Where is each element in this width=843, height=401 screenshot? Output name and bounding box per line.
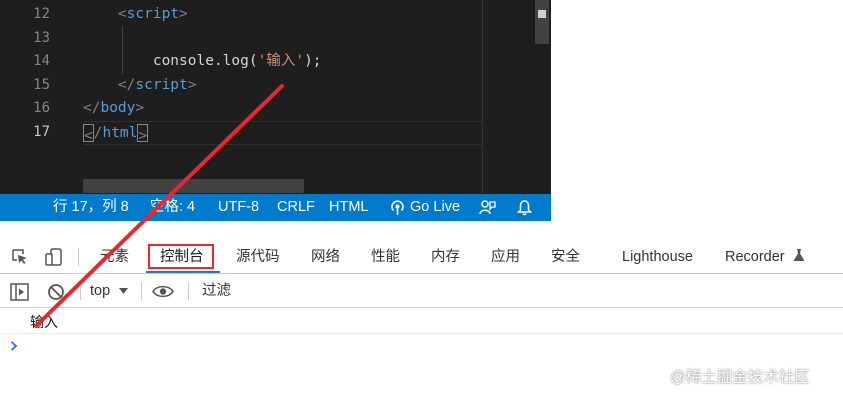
eol-setting[interactable]: CRLF: [277, 194, 315, 221]
console-log-call: console.log(: [152, 53, 258, 70]
html-close-tag: html: [102, 124, 138, 141]
console-message-text: 输入: [30, 314, 58, 330]
toolbar-divider: [78, 248, 79, 266]
toolbar-divider: [80, 282, 81, 300]
statement-end: );: [304, 53, 322, 70]
encoding-setting[interactable]: UTF-8: [218, 194, 259, 221]
line-number: 15: [33, 76, 50, 93]
flask-icon: [793, 249, 805, 261]
filter-placeholder: 过滤: [202, 283, 231, 299]
line-gutter: 12 13 14 15 16 17: [0, 3, 55, 145]
script-close-tag: script: [135, 76, 188, 93]
filter-input[interactable]: 过滤: [202, 275, 231, 308]
line-number-current: 17: [33, 123, 50, 140]
sidebar-toggle-icon[interactable]: [10, 283, 29, 301]
feedback-person-icon: [479, 199, 496, 214]
console-message: 输入: [0, 308, 843, 334]
console-toolbar: top 过滤: [0, 275, 843, 308]
chevron-down-icon: [119, 288, 129, 294]
tab-application[interactable]: 应用: [491, 240, 520, 274]
bracket-match-open: <: [83, 123, 94, 144]
language-mode[interactable]: HTML: [329, 194, 368, 221]
clear-console-icon[interactable]: [47, 283, 65, 301]
log-string: '输入': [257, 53, 305, 70]
line-number: 14: [33, 53, 50, 70]
notifications-button[interactable]: [516, 194, 533, 221]
context-selector-value: top: [90, 283, 111, 299]
code-line-13[interactable]: [83, 27, 483, 51]
bell-icon: [516, 199, 533, 215]
tab-network[interactable]: 网络: [311, 240, 340, 274]
line-number: 16: [33, 100, 50, 117]
active-tab-indicator: [146, 271, 220, 273]
code-line-16[interactable]: </body>: [83, 97, 483, 121]
code-line-15[interactable]: </script>: [83, 74, 483, 98]
tab-elements[interactable]: 元素: [100, 240, 129, 274]
tab-security[interactable]: 安全: [551, 240, 580, 274]
tab-sources[interactable]: 源代码: [236, 240, 280, 274]
device-toolbar-icon[interactable]: [44, 247, 64, 267]
inspect-element-icon[interactable]: [10, 247, 30, 267]
go-live-label: Go Live: [410, 199, 461, 215]
line-number: 13: [33, 29, 50, 46]
indentation-setting[interactable]: 空格: 4: [150, 194, 195, 221]
body-close-tag: body: [100, 100, 136, 117]
line-number: 12: [33, 6, 50, 22]
horizontal-scrollbar[interactable]: [83, 179, 304, 193]
annotation-highlight-box: [148, 244, 214, 269]
context-selector[interactable]: top: [90, 275, 129, 308]
status-bar: 行 17，列 8 空格: 4 UTF-8 CRLF HTML Go Live: [0, 194, 551, 221]
console-prompt-icon: [10, 341, 18, 351]
tab-recorder-label: Recorder: [725, 249, 785, 265]
broadcast-icon: [391, 200, 404, 215]
scrollbar-cursor-marker: [538, 10, 546, 18]
code-line-17[interactable]: </html>: [83, 120, 483, 145]
code-area[interactable]: 12 13 14 15 16 17 <script> console.log('…: [0, 0, 551, 194]
feedback-button[interactable]: [479, 194, 496, 221]
cursor-position[interactable]: 行 17，列 8: [53, 194, 129, 221]
eye-icon[interactable]: [152, 284, 174, 299]
watermark: @稀土掘金技术社区: [670, 369, 810, 386]
tab-performance[interactable]: 性能: [371, 240, 400, 274]
go-live-button[interactable]: Go Live: [389, 194, 460, 221]
bracket-match-close: >: [137, 123, 149, 144]
tab-recorder[interactable]: Recorder: [725, 240, 805, 274]
code-lines[interactable]: <script> console.log('输入'); </script> </…: [83, 3, 483, 145]
toolbar-divider: [141, 282, 142, 300]
vertical-scrollbar[interactable]: [535, 0, 549, 44]
code-line-14[interactable]: console.log('输入');: [83, 50, 483, 74]
tab-memory[interactable]: 内存: [431, 240, 460, 274]
devtools-tabbar: 元素 控制台 源代码 网络 性能 内存 应用 安全 Lighthouse Rec…: [0, 240, 843, 274]
code-editor[interactable]: 12 13 14 15 16 17 <script> console.log('…: [0, 0, 551, 221]
console-output[interactable]: 输入: [0, 308, 843, 401]
tab-lighthouse[interactable]: Lighthouse: [622, 240, 693, 274]
script-open-tag: script: [126, 6, 180, 22]
code-line-12[interactable]: <script>: [83, 3, 483, 27]
toolbar-divider: [188, 282, 189, 300]
